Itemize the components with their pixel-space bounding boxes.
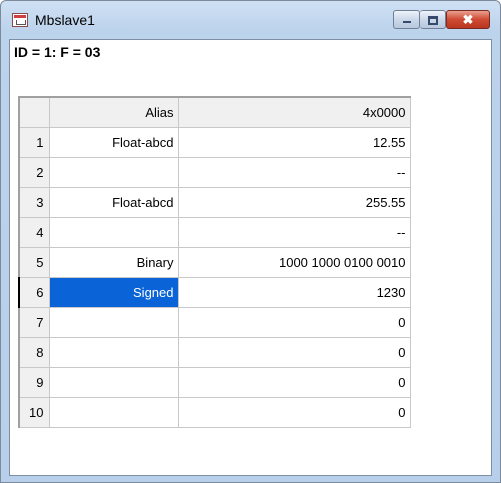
alias-cell[interactable] [48,366,179,398]
row-header[interactable]: 8 [18,336,50,368]
value-cell[interactable]: 0 [177,336,411,368]
table-row: 2 -- [18,156,411,188]
row-header[interactable]: 2 [18,156,50,188]
corner-cell[interactable] [18,96,50,128]
value-cell[interactable]: 0 [177,396,411,428]
window-title: Mbslave1 [35,12,95,28]
row-header[interactable]: 1 [18,126,50,158]
alias-cell[interactable]: Float-abcd [48,126,179,158]
row-header[interactable]: 3 [18,186,50,218]
column-header-alias[interactable]: Alias [48,96,179,128]
table-row: 1 Float-abcd 12.55 [18,126,411,158]
row-header[interactable]: 10 [18,396,50,428]
table-row: 8 0 [18,336,411,368]
title-bar[interactable]: Mbslave1 ✖ [1,1,500,39]
alias-cell[interactable] [48,306,179,338]
value-cell[interactable]: 1000 1000 0100 0010 [177,246,411,278]
status-line: ID = 1: F = 03 [14,44,101,60]
alias-cell[interactable]: Binary [48,246,179,278]
close-icon: ✖ [462,12,474,27]
value-cell[interactable]: 0 [177,306,411,338]
value-cell[interactable]: 255.55 [177,186,411,218]
table-row: 7 0 [18,306,411,338]
close-button[interactable]: ✖ [446,10,490,29]
maximize-button[interactable] [420,10,446,29]
table-row: 9 0 [18,366,411,398]
app-icon[interactable] [12,13,28,27]
row-header[interactable]: 9 [18,366,50,398]
table-row: 5 Binary 1000 1000 0100 0010 [18,246,411,278]
alias-cell[interactable] [48,216,179,248]
row-header[interactable]: 6 [18,276,50,308]
row-header[interactable]: 4 [18,216,50,248]
value-cell[interactable]: 1230 [177,276,411,308]
alias-cell[interactable] [48,396,179,428]
table-row: 4 -- [18,216,411,248]
client-area: ID = 1: F = 03 Alias 4x0000 1 Float-abcd… [9,39,492,476]
alias-cell[interactable] [48,156,179,188]
table-row: 10 0 [18,396,411,428]
minimize-button[interactable] [393,10,420,29]
table-row-selected: 6 Signed 1230 [18,276,411,308]
alias-cell-selected[interactable]: Signed [48,276,179,308]
alias-cell[interactable] [48,336,179,368]
value-cell[interactable]: -- [177,156,411,188]
register-table: Alias 4x0000 1 Float-abcd 12.55 2 -- 3 F… [18,96,411,428]
app-window: Mbslave1 ✖ ID = 1: F = 03 Alias 4x0000 1… [0,0,501,483]
row-header[interactable]: 5 [18,246,50,278]
maximize-icon [428,16,438,25]
column-header-address[interactable]: 4x0000 [177,96,411,128]
value-cell[interactable]: -- [177,216,411,248]
value-cell[interactable]: 0 [177,366,411,398]
minimize-icon [403,21,411,23]
alias-cell[interactable]: Float-abcd [48,186,179,218]
table-row: 3 Float-abcd 255.55 [18,186,411,218]
row-header[interactable]: 7 [18,306,50,338]
header-row: Alias 4x0000 [18,96,411,128]
value-cell[interactable]: 12.55 [177,126,411,158]
